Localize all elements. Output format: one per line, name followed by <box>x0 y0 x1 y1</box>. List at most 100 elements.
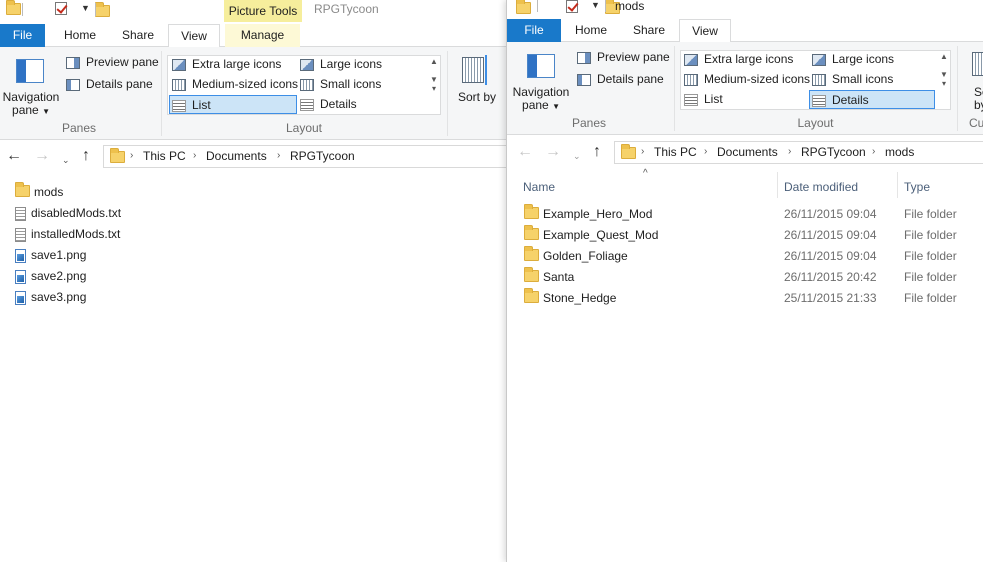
layout-large-icons[interactable]: Large icons <box>810 50 894 69</box>
address-bar[interactable]: › This PC › Documents › RPGTycoon › mods <box>614 141 983 164</box>
folder-icon <box>524 246 539 261</box>
tab-share[interactable]: Share <box>625 19 673 42</box>
layout-small-icons[interactable]: Small icons <box>810 70 893 89</box>
breadcrumb-rpgtycoon[interactable]: RPGTycoon <box>801 145 866 159</box>
chevron-down-icon: ▼ <box>42 107 50 116</box>
layout-medium-icons[interactable]: Medium-sized icons <box>682 70 810 89</box>
forward-arrow-icon[interactable]: → <box>545 144 561 160</box>
breadcrumb-documents[interactable]: Documents <box>206 149 267 163</box>
checkbox-icon[interactable] <box>55 2 68 15</box>
chevron-right-icon: › <box>704 146 708 157</box>
tab-manage[interactable]: Manage <box>225 24 300 47</box>
layout-item-label: Small icons <box>832 72 894 86</box>
folder-icon[interactable] <box>6 0 21 15</box>
sort-icon <box>972 52 983 76</box>
preview-pane-label: Preview pane <box>597 50 670 64</box>
breadcrumb-this-pc[interactable]: This PC <box>143 149 186 163</box>
details-pane-button[interactable]: Details pane <box>64 75 153 94</box>
breadcrumb-mods[interactable]: mods <box>885 145 914 159</box>
file-name: installedMods.txt <box>31 227 121 241</box>
address-bar[interactable]: › This PC › Documents › RPGTycoon <box>103 145 506 168</box>
navigation-pane-icon[interactable] <box>527 54 555 78</box>
tab-home[interactable]: Home <box>54 24 106 47</box>
column-separator[interactable] <box>897 172 898 198</box>
sort-by-button[interactable]: So by <box>974 86 983 112</box>
folder-icon[interactable] <box>516 0 531 14</box>
back-arrow-icon[interactable]: ← <box>517 144 533 160</box>
list-item[interactable]: disabledMods.txt <box>15 203 121 223</box>
column-header-type[interactable]: Type <box>904 177 930 197</box>
tab-view[interactable]: View <box>679 19 731 43</box>
recent-locations-chevron-icon[interactable]: ⌄ <box>573 148 581 164</box>
layout-small-icons[interactable]: Small icons <box>298 75 381 94</box>
layout-item-label: Large icons <box>832 52 895 66</box>
tab-file[interactable]: File <box>507 19 561 42</box>
layout-extra-large-icons[interactable]: Extra large icons <box>170 55 281 74</box>
layout-large-icons[interactable]: Large icons <box>298 55 382 74</box>
chevron-right-icon: › <box>193 150 197 161</box>
up-arrow-icon[interactable]: ↑ <box>593 144 601 160</box>
navigation-pane-button[interactable]: Navigation pane ▼ <box>2 91 60 118</box>
folder-icon <box>621 144 636 159</box>
file-name: save2.png <box>31 269 87 283</box>
folder-icon <box>524 225 539 240</box>
layout-list[interactable]: List <box>169 95 297 114</box>
layout-scroll[interactable]: ▲ ▼ ▾ <box>938 52 950 88</box>
checkbox-icon[interactable] <box>566 0 579 13</box>
back-arrow-icon[interactable]: ← <box>6 148 22 164</box>
up-arrow-icon[interactable]: ↑ <box>82 148 90 164</box>
group-separator <box>447 51 448 136</box>
chevron-down-icon[interactable]: ▼ <box>81 3 90 13</box>
table-row[interactable]: Santa 26/11/2015 20:42 File folder <box>524 267 983 287</box>
layout-list[interactable]: List <box>682 90 723 109</box>
table-row[interactable]: Example_Quest_Mod 26/11/2015 09:04 File … <box>524 225 983 245</box>
preview-pane-button[interactable]: Preview pane <box>575 48 670 67</box>
layout-scroll[interactable]: ▲ ▼ ▾ <box>428 57 440 93</box>
list-item[interactable]: save1.png <box>15 245 86 265</box>
list-item[interactable]: installedMods.txt <box>15 224 120 244</box>
row-name: Example_Quest_Mod <box>543 228 659 242</box>
layout-details[interactable]: Details <box>809 90 935 109</box>
recent-locations-chevron-icon[interactable]: ⌄ <box>62 152 70 168</box>
column-header-date-modified[interactable]: Date modified <box>784 177 858 197</box>
list-item[interactable]: save2.png <box>15 266 86 286</box>
tab-view[interactable]: View <box>168 24 220 48</box>
layout-icon <box>684 73 698 86</box>
folder-icon <box>524 204 539 219</box>
png-file-icon <box>15 290 26 305</box>
details-pane-button[interactable]: Details pane <box>575 70 664 89</box>
tab-home[interactable]: Home <box>565 19 617 42</box>
file-name: save3.png <box>31 290 87 304</box>
layout-icon <box>684 93 698 106</box>
layout-extra-large-icons[interactable]: Extra large icons <box>682 50 793 69</box>
row-date: 26/11/2015 09:04 <box>784 207 877 221</box>
breadcrumb-documents[interactable]: Documents <box>717 145 778 159</box>
new-folder-icon[interactable] <box>94 2 110 17</box>
layout-item-label: List <box>192 98 211 112</box>
row-date: 25/11/2015 21:33 <box>784 291 877 305</box>
column-separator[interactable] <box>777 172 778 198</box>
forward-arrow-icon[interactable]: → <box>34 148 50 164</box>
cut-group-label: Cu <box>969 116 983 130</box>
list-item[interactable]: mods <box>15 182 63 202</box>
chevron-down-icon[interactable]: ▼ <box>591 0 600 10</box>
tab-file[interactable]: File <box>0 24 45 47</box>
layout-details[interactable]: Details <box>298 95 357 114</box>
layout-medium-icons[interactable]: Medium-sized icons <box>170 75 298 94</box>
layout-item-label: Extra large icons <box>704 52 794 66</box>
breadcrumb-rpgtycoon[interactable]: RPGTycoon <box>290 149 355 163</box>
layout-item-label: Medium-sized icons <box>704 72 811 86</box>
file-list: mods disabledMods.txt installedMods.txt … <box>0 174 506 562</box>
table-row[interactable]: Golden_Foliage 26/11/2015 09:04 File fol… <box>524 246 983 266</box>
breadcrumb-this-pc[interactable]: This PC <box>654 145 697 159</box>
list-item[interactable]: save3.png <box>15 287 86 307</box>
sort-by-button[interactable]: Sort by <box>458 91 496 104</box>
tab-share[interactable]: Share <box>114 24 162 47</box>
table-row[interactable]: Stone_Hedge 25/11/2015 21:33 File folder <box>524 288 983 308</box>
layout-item-label: Details <box>320 97 357 111</box>
table-row[interactable]: Example_Hero_Mod 26/11/2015 09:04 File f… <box>524 204 983 224</box>
navigation-pane-button[interactable]: Navigation pane ▼ <box>511 86 571 113</box>
preview-pane-button[interactable]: Preview pane <box>64 53 159 72</box>
navigation-pane-icon[interactable] <box>16 59 44 83</box>
column-header-name[interactable]: Name <box>523 177 555 197</box>
